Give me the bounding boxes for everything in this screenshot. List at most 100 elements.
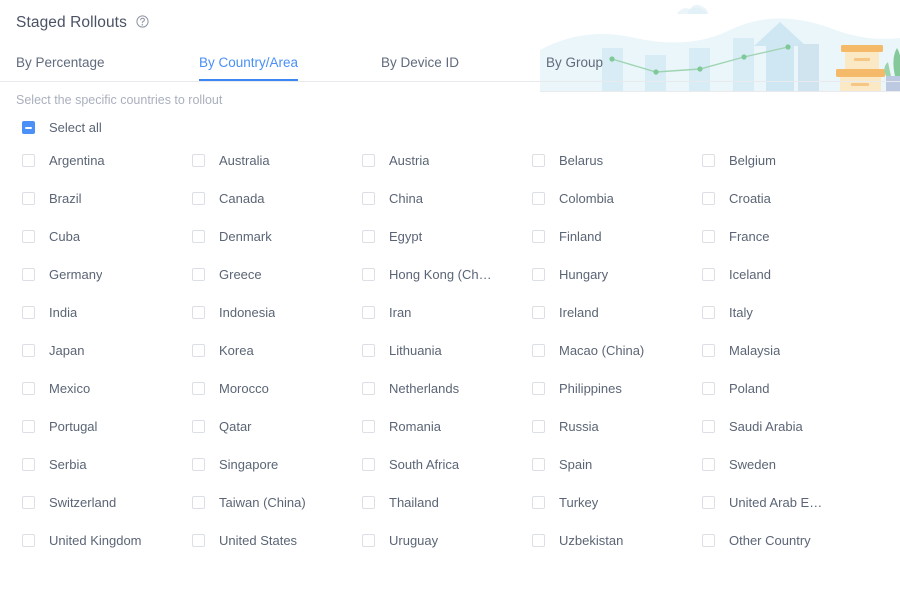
country-checkbox-item[interactable]: Argentina — [22, 141, 192, 179]
country-checkbox-item[interactable]: Egypt — [362, 217, 532, 255]
country-checkbox-item[interactable]: Cuba — [22, 217, 192, 255]
country-checkbox-item[interactable]: United Kingdom — [22, 521, 192, 559]
country-checkbox[interactable] — [702, 305, 715, 319]
country-checkbox[interactable] — [22, 305, 35, 319]
country-checkbox[interactable] — [702, 381, 715, 395]
country-checkbox-item[interactable]: Spain — [532, 445, 702, 483]
country-checkbox-item[interactable]: Turkey — [532, 483, 702, 521]
country-checkbox-item[interactable]: Finland — [532, 217, 702, 255]
country-checkbox-item[interactable]: United Arab E… — [702, 483, 872, 521]
country-checkbox[interactable] — [532, 153, 545, 167]
tab-by-device-id[interactable]: By Device ID — [381, 45, 459, 80]
tab-by-group[interactable]: By Group — [546, 45, 603, 80]
country-checkbox[interactable] — [192, 153, 205, 167]
country-checkbox[interactable] — [22, 457, 35, 471]
country-checkbox-item[interactable]: Morocco — [192, 369, 362, 407]
country-checkbox[interactable] — [192, 305, 205, 319]
country-checkbox-item[interactable]: Singapore — [192, 445, 362, 483]
country-checkbox-item[interactable]: Belgium — [702, 141, 872, 179]
country-checkbox[interactable] — [532, 229, 545, 243]
country-checkbox[interactable] — [532, 191, 545, 205]
tab-by-country-area[interactable]: By Country/Area — [199, 45, 299, 81]
country-checkbox-item[interactable]: Thailand — [362, 483, 532, 521]
country-checkbox-item[interactable]: China — [362, 179, 532, 217]
country-checkbox-item[interactable]: Sweden — [702, 445, 872, 483]
country-checkbox[interactable] — [22, 191, 35, 205]
country-checkbox[interactable] — [702, 419, 715, 433]
country-checkbox[interactable] — [702, 229, 715, 243]
tab-by-percentage[interactable]: By Percentage — [16, 45, 105, 80]
country-checkbox[interactable] — [702, 191, 715, 205]
country-checkbox-item[interactable]: Malaysia — [702, 331, 872, 369]
country-checkbox-item[interactable]: Netherlands — [362, 369, 532, 407]
country-checkbox[interactable] — [362, 305, 375, 319]
country-checkbox[interactable] — [362, 191, 375, 205]
country-checkbox-item[interactable]: Italy — [702, 293, 872, 331]
country-checkbox-item[interactable]: Russia — [532, 407, 702, 445]
country-checkbox[interactable] — [192, 191, 205, 205]
country-checkbox[interactable] — [192, 229, 205, 243]
country-checkbox[interactable] — [532, 533, 545, 547]
country-checkbox-item[interactable]: Philippines — [532, 369, 702, 407]
country-checkbox[interactable] — [22, 229, 35, 243]
question-circle-icon[interactable] — [136, 15, 149, 33]
country-checkbox-item[interactable]: Japan — [22, 331, 192, 369]
country-checkbox-item[interactable]: Lithuania — [362, 331, 532, 369]
country-checkbox-item[interactable]: Qatar — [192, 407, 362, 445]
country-checkbox[interactable] — [192, 343, 205, 357]
country-checkbox[interactable] — [532, 495, 545, 509]
country-checkbox-item[interactable]: Saudi Arabia — [702, 407, 872, 445]
country-checkbox[interactable] — [22, 343, 35, 357]
country-checkbox-item[interactable]: Uzbekistan — [532, 521, 702, 559]
country-checkbox-item[interactable]: Uruguay — [362, 521, 532, 559]
country-checkbox[interactable] — [532, 419, 545, 433]
country-checkbox[interactable] — [22, 419, 35, 433]
select-all-row[interactable]: Select all — [0, 103, 900, 137]
country-checkbox[interactable] — [22, 495, 35, 509]
country-checkbox-item[interactable]: Hong Kong (Ch… — [362, 255, 532, 293]
country-checkbox-item[interactable]: Colombia — [532, 179, 702, 217]
country-checkbox[interactable] — [362, 153, 375, 167]
country-checkbox-item[interactable]: Canada — [192, 179, 362, 217]
country-checkbox-item[interactable]: United States — [192, 521, 362, 559]
select-all-checkbox[interactable] — [22, 120, 35, 134]
country-checkbox[interactable] — [532, 267, 545, 281]
country-checkbox[interactable] — [192, 457, 205, 471]
country-checkbox[interactable] — [22, 153, 35, 167]
country-checkbox-item[interactable]: South Africa — [362, 445, 532, 483]
country-checkbox-item[interactable]: Croatia — [702, 179, 872, 217]
country-checkbox[interactable] — [532, 343, 545, 357]
country-checkbox[interactable] — [362, 419, 375, 433]
country-checkbox-item[interactable]: Germany — [22, 255, 192, 293]
country-checkbox-item[interactable]: Switzerland — [22, 483, 192, 521]
country-checkbox-item[interactable]: Serbia — [22, 445, 192, 483]
country-checkbox[interactable] — [22, 267, 35, 281]
country-checkbox-item[interactable]: Denmark — [192, 217, 362, 255]
country-checkbox[interactable] — [702, 343, 715, 357]
country-checkbox[interactable] — [362, 533, 375, 547]
country-checkbox-item[interactable]: Australia — [192, 141, 362, 179]
country-checkbox-item[interactable]: Hungary — [532, 255, 702, 293]
country-checkbox[interactable] — [362, 495, 375, 509]
country-checkbox-item[interactable]: France — [702, 217, 872, 255]
country-checkbox[interactable] — [362, 267, 375, 281]
country-checkbox[interactable] — [702, 267, 715, 281]
country-checkbox-item[interactable]: Other Country — [702, 521, 872, 559]
country-checkbox[interactable] — [22, 533, 35, 547]
country-checkbox-item[interactable]: Mexico — [22, 369, 192, 407]
country-checkbox-item[interactable]: Belarus — [532, 141, 702, 179]
country-checkbox[interactable] — [362, 343, 375, 357]
country-checkbox-item[interactable]: Romania — [362, 407, 532, 445]
country-checkbox[interactable] — [532, 305, 545, 319]
country-checkbox-item[interactable]: Austria — [362, 141, 532, 179]
country-checkbox[interactable] — [702, 153, 715, 167]
country-checkbox[interactable] — [362, 457, 375, 471]
country-checkbox[interactable] — [702, 533, 715, 547]
country-checkbox-item[interactable]: Iran — [362, 293, 532, 331]
country-checkbox[interactable] — [192, 381, 205, 395]
country-checkbox[interactable] — [22, 381, 35, 395]
country-checkbox-item[interactable]: Brazil — [22, 179, 192, 217]
country-checkbox[interactable] — [532, 381, 545, 395]
country-checkbox[interactable] — [532, 457, 545, 471]
country-checkbox-item[interactable]: Poland — [702, 369, 872, 407]
